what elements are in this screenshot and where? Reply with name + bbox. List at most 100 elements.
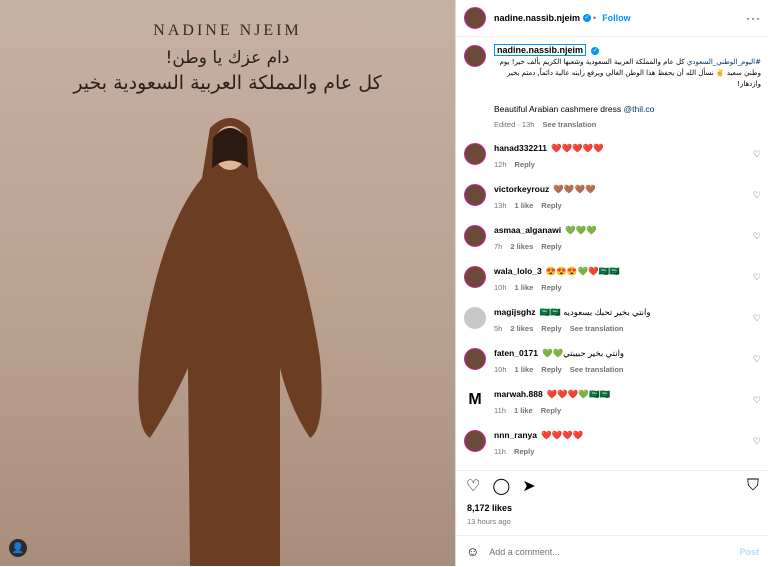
- comment-meta: 10h 1 like Reply: [494, 283, 753, 292]
- reply-button[interactable]: Reply: [541, 283, 561, 292]
- comment-meta: 7h 2 likes Reply: [494, 242, 753, 251]
- comment-like-icon[interactable]: ♡: [753, 436, 761, 447]
- comment-likes[interactable]: 2 likes: [510, 242, 533, 251]
- reply-button[interactable]: Reply: [514, 447, 534, 456]
- comment-time: 7h: [494, 242, 503, 251]
- comment-time: 11h: [494, 406, 506, 415]
- reply-button[interactable]: Reply: [541, 406, 561, 415]
- caption-english: Beautiful Arabian cashmere dress @thil.c…: [494, 104, 761, 114]
- comment-username[interactable]: nnn_ranya: [494, 430, 537, 440]
- comment-meta: 13h 1 like Reply: [494, 201, 753, 210]
- separator-dot: •: [593, 13, 597, 23]
- comment-username[interactable]: asmaa_alganawi: [494, 225, 561, 235]
- comment-meta: 5h 2 likes Reply See translation: [494, 324, 753, 333]
- comment-text: 😍😍😍💚❤️🇸🇦🇸🇦: [545, 266, 620, 276]
- commenter-avatar[interactable]: M: [464, 389, 486, 411]
- add-comment-bar: ☺ Post: [456, 535, 768, 567]
- emoji-icon[interactable]: ☺: [466, 544, 479, 559]
- comment-likes[interactable]: 1 like: [514, 406, 533, 415]
- comment-row: faten_0171 💚💚وانتي بخير حبيبتي 10h 1 like Re…: [456, 342, 768, 383]
- avatar[interactable]: [464, 7, 486, 29]
- comment-row: ahlamalamry💚💚🇱🇧💚💚 وأنتِ بألف خير يالحلى …: [456, 465, 768, 469]
- comment-input[interactable]: [487, 545, 740, 558]
- commenter-avatar[interactable]: [464, 184, 486, 206]
- see-translation-link[interactable]: See translation: [543, 120, 597, 129]
- comment-text: 🇸🇦🇸🇦 وانتي بخير تحبك بسعوديه: [539, 307, 651, 317]
- comment-time: 5h: [494, 324, 503, 333]
- comment-like-icon[interactable]: ♡: [753, 190, 761, 201]
- caption-mention-link[interactable]: @thil.co: [623, 104, 654, 114]
- brand-text: NADINE NJEIM: [153, 22, 302, 39]
- comment-row: victorkeyrouz 🤎🤎🤎🤎 13h 1 like Reply ♡: [456, 178, 768, 219]
- comment-row: hanad332211 ❤️❤️❤️❤️❤️ 12h Reply ♡: [456, 137, 768, 178]
- caption-meta: Edited · 13h See translation: [494, 120, 761, 129]
- comments-scroll[interactable]: nadine.nassib.njeim ✓ #اليوم_الوطني_السع…: [456, 37, 768, 469]
- comment-list: hanad332211 ❤️❤️❤️❤️❤️ 12h Reply ♡ victorkeyr…: [456, 137, 768, 469]
- comment-text: ❤️❤️❤️❤️❤️: [550, 143, 604, 153]
- comment-username[interactable]: victorkeyrouz: [494, 184, 549, 194]
- comment-like-icon[interactable]: ♡: [753, 313, 761, 324]
- reply-button[interactable]: Reply: [515, 160, 535, 169]
- comment-meta: 12h Reply: [494, 160, 753, 169]
- comment-time: 10h: [494, 283, 507, 292]
- likes-count[interactable]: 8,172 likes: [467, 503, 512, 513]
- see-translation-link[interactable]: See translation: [570, 365, 624, 374]
- commenter-avatar[interactable]: [464, 266, 486, 288]
- comment-text: ❤️❤️❤️💚🇸🇦🇸🇦: [546, 389, 611, 399]
- follow-button[interactable]: Follow: [602, 13, 631, 23]
- post-button[interactable]: Post: [739, 547, 759, 557]
- action-bar: ♡ ◯ ➤ ⛉: [456, 470, 768, 501]
- comment-time: 13h: [494, 201, 507, 210]
- comment-like-icon[interactable]: ♡: [753, 231, 761, 242]
- see-translation-link[interactable]: See translation: [570, 324, 624, 333]
- caption-english-text: Beautiful Arabian cashmere dress: [494, 104, 622, 114]
- arabic-headline-2: كل عام والمملكة العربية السعودية بخير: [73, 72, 382, 94]
- caption-hashtag[interactable]: #اليوم_الوطني_السعودي: [687, 58, 761, 66]
- caption: nadine.nassib.njeim ✓ #اليوم_الوطني_السع…: [456, 37, 768, 137]
- share-icon[interactable]: ➤: [522, 476, 535, 496]
- comment-username[interactable]: wala_lolo_3: [494, 266, 542, 276]
- commenter-avatar[interactable]: [464, 307, 486, 329]
- heart-icon[interactable]: ♡: [466, 476, 480, 496]
- commenter-avatar[interactable]: [464, 348, 486, 370]
- comment-username[interactable]: faten_0171: [494, 348, 538, 358]
- avatar[interactable]: [464, 45, 486, 67]
- comment-like-icon[interactable]: ♡: [753, 149, 761, 160]
- reply-button[interactable]: Reply: [541, 201, 561, 210]
- comment-likes[interactable]: 2 likes: [510, 324, 533, 333]
- commenter-avatar[interactable]: [464, 225, 486, 247]
- reply-button[interactable]: Reply: [541, 324, 561, 333]
- comment-time: 10h: [494, 365, 507, 374]
- comment-icon[interactable]: ◯: [492, 476, 510, 496]
- comment-likes[interactable]: 1 like: [515, 365, 534, 374]
- comment-like-icon[interactable]: ♡: [753, 272, 761, 283]
- comment-row: magijsghz 🇸🇦🇸🇦 وانتي بخير تحبك بسعوديه 5h 2…: [456, 301, 768, 342]
- commenter-avatar[interactable]: [464, 143, 486, 165]
- tagged-user-icon[interactable]: 👤: [9, 539, 27, 557]
- bookmark-icon[interactable]: ⛉: [747, 477, 759, 495]
- comment-likes[interactable]: 1 like: [515, 201, 534, 210]
- header-username[interactable]: nadine.nassib.njeim: [494, 13, 580, 23]
- comment-likes[interactable]: 1 like: [515, 283, 534, 292]
- arabic-headline-1: دام عزك يا وطن!: [165, 48, 290, 68]
- comment-like-icon[interactable]: ♡: [753, 395, 761, 406]
- post-media[interactable]: NADINE NJEIM دام عزك يا وطن! كل عام والم…: [0, 0, 455, 566]
- comment-row: wala_lolo_3 😍😍😍💚❤️🇸🇦🇸🇦 10h 1 like Reply ♡: [456, 260, 768, 301]
- comment-username[interactable]: magijsghz: [494, 307, 536, 317]
- comment-text: 🤎🤎🤎🤎: [553, 184, 596, 194]
- reply-button[interactable]: Reply: [541, 365, 561, 374]
- commenter-avatar[interactable]: [464, 430, 486, 452]
- comment-username[interactable]: hanad332211: [494, 143, 547, 153]
- comment-username[interactable]: marwah.888: [494, 389, 543, 399]
- comment-text: ❤️❤️❤️❤️: [541, 430, 584, 440]
- comment-text: 💚💚وانتي بخير حبيبتي: [541, 348, 625, 358]
- caption-time: Edited · 13h: [494, 120, 535, 129]
- comment-row: Mmarwah.888 ❤️❤️❤️💚🇸🇦🇸🇦 11h 1 like Reply ♡: [456, 383, 768, 424]
- comment-row: asmaa_alganawi 💚💚💚 7h 2 likes Reply ♡: [456, 219, 768, 260]
- caption-username[interactable]: nadine.nassib.njeim: [494, 44, 587, 56]
- verified-icon: ✓: [583, 14, 592, 22]
- comment-like-icon[interactable]: ♡: [753, 354, 761, 365]
- more-options-icon[interactable]: ···: [746, 11, 761, 25]
- comment-text: 💚💚💚: [565, 225, 597, 235]
- reply-button[interactable]: Reply: [541, 242, 561, 251]
